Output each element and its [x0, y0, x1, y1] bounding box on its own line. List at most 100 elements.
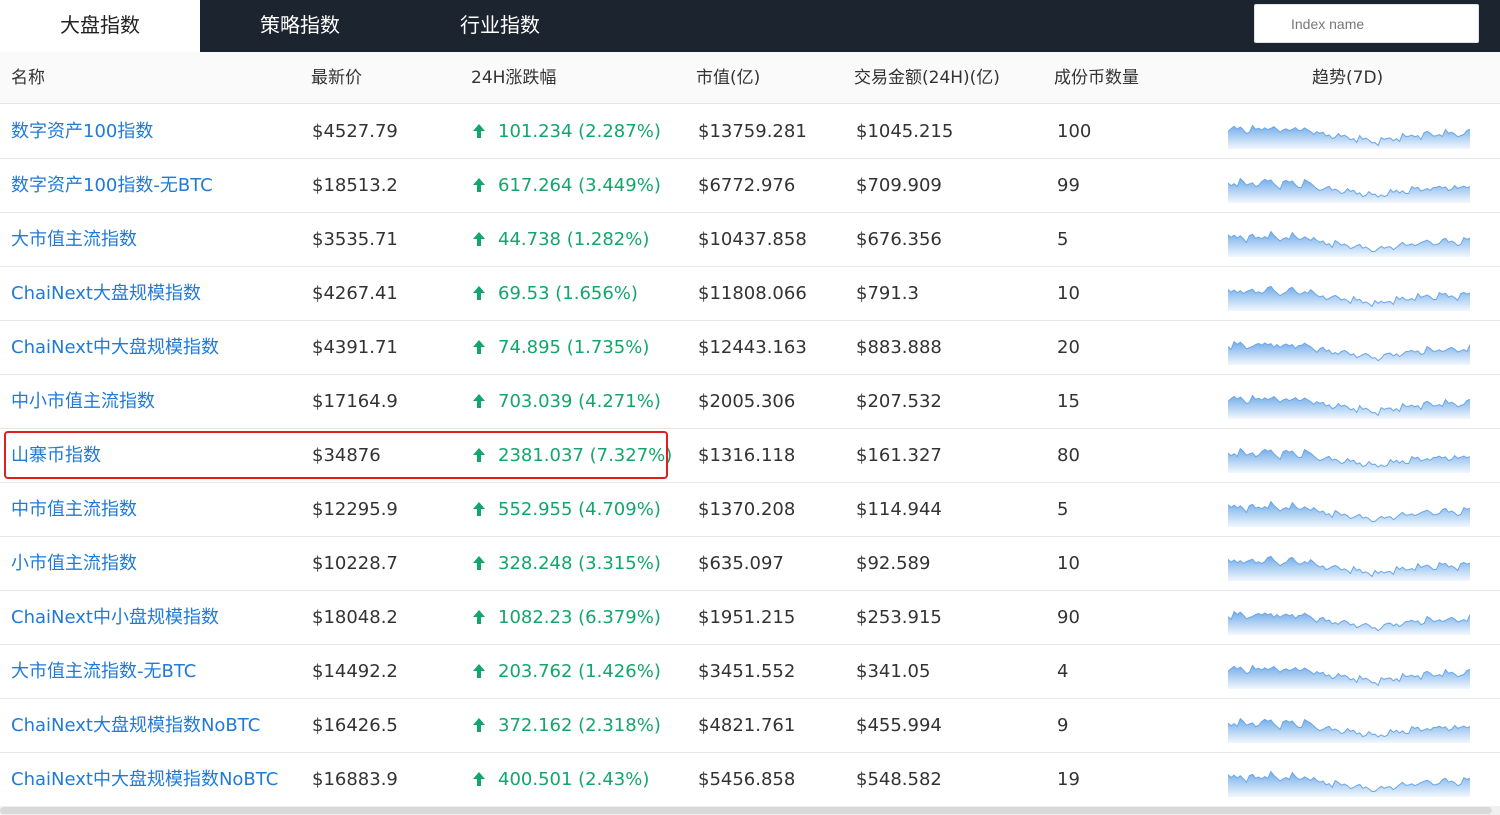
market-cap-value: $10437.858: [698, 229, 807, 250]
table-row[interactable]: ChaiNext中大盘规模指数NoBTC $16883.9 400.501 (2…: [0, 753, 1500, 807]
tab-industry-index[interactable]: 行业指数: [400, 0, 600, 52]
index-name-link[interactable]: 中市值主流指数: [11, 483, 137, 537]
table-row[interactable]: 中小市值主流指数 $17164.9 703.039 (4.271%) $2005…: [0, 375, 1500, 429]
volume-value: $455.994: [856, 715, 942, 736]
column-header-market-cap[interactable]: 市值(亿): [696, 52, 760, 104]
arrow-up-icon: [471, 267, 487, 321]
market-cap-value: $11808.066: [698, 283, 807, 304]
volume-value: $1045.215: [856, 121, 954, 142]
volume-value: $676.356: [856, 229, 942, 250]
arrow-up-icon: [471, 213, 487, 267]
price-value: $4267.41: [312, 283, 398, 304]
constituents-value: 20: [1057, 337, 1080, 358]
trend-sparkline-icon: [1228, 555, 1470, 581]
market-cap-value: $2005.306: [698, 391, 796, 412]
column-header-volume[interactable]: 交易金额(24H)(亿): [854, 52, 1000, 104]
arrow-up-icon: [471, 483, 487, 537]
table-row[interactable]: 小市值主流指数 $10228.7 328.248 (3.315%) $635.0…: [0, 537, 1500, 591]
trend-sparkline-icon: [1228, 770, 1470, 797]
change-value: 44.738 (1.282%): [498, 229, 650, 250]
trend-sparkline-icon: [1228, 610, 1470, 635]
top-nav-bar: 大盘指数 策略指数 行业指数: [0, 0, 1500, 52]
price-value: $17164.9: [312, 391, 398, 412]
table-row[interactable]: 数字资产100指数 $4527.79 101.234 (2.287%) $137…: [0, 105, 1500, 159]
tab-market-index[interactable]: 大盘指数: [0, 0, 200, 52]
index-name-link[interactable]: 山寨币指数: [11, 429, 101, 483]
change-value: 400.501 (2.43%): [498, 769, 650, 790]
table-header: 名称 最新价 24H涨跌幅 市值(亿) 交易金额(24H)(亿) 成份币数量 趋…: [0, 52, 1500, 104]
price-value: $12295.9: [312, 499, 398, 520]
horizontal-scrollbar[interactable]: [0, 806, 1500, 815]
arrow-up-icon: [471, 159, 487, 213]
trend-sparkline-icon: [1228, 447, 1470, 473]
table-row[interactable]: ChaiNext大盘规模指数 $4267.41 69.53 (1.656%) $…: [0, 267, 1500, 321]
trend-sparkline-icon: [1228, 177, 1470, 203]
table-row[interactable]: 大市值主流指数 $3535.71 44.738 (1.282%) $10437.…: [0, 213, 1500, 267]
change-value: 372.162 (2.318%): [498, 715, 661, 736]
trend-sparkline-icon: [1228, 500, 1470, 527]
trend-sparkline-icon: [1228, 664, 1470, 689]
volume-value: $341.05: [856, 661, 931, 682]
constituents-value: 90: [1057, 607, 1080, 628]
arrow-up-icon: [471, 699, 487, 753]
change-value: 1082.23 (6.379%): [498, 607, 661, 628]
index-name-link[interactable]: ChaiNext中大盘规模指数: [11, 321, 219, 375]
change-value: 2381.037 (7.327%): [498, 445, 673, 466]
change-value: 69.53 (1.656%): [498, 283, 638, 304]
column-header-price[interactable]: 最新价: [311, 52, 362, 104]
index-name-link[interactable]: ChaiNext大盘规模指数: [11, 267, 201, 321]
table-row[interactable]: 中市值主流指数 $12295.9 552.955 (4.709%) $1370.…: [0, 483, 1500, 537]
price-value: $3535.71: [312, 229, 398, 250]
trend-sparkline-icon: [1228, 340, 1470, 365]
table-row[interactable]: ChaiNext大盘规模指数NoBTC $16426.5 372.162 (2.…: [0, 699, 1500, 753]
trend-sparkline-icon: [1228, 124, 1470, 149]
index-name-link[interactable]: 数字资产100指数-无BTC: [11, 159, 213, 213]
constituents-value: 4: [1057, 661, 1069, 682]
index-name-link[interactable]: 中小市值主流指数: [11, 375, 155, 429]
constituents-value: 19: [1057, 769, 1080, 790]
constituents-value: 80: [1057, 445, 1080, 466]
column-header-name[interactable]: 名称: [11, 52, 45, 104]
index-search-input[interactable]: [1254, 4, 1479, 43]
change-value: 703.039 (4.271%): [498, 391, 661, 412]
price-value: $18513.2: [312, 175, 398, 196]
constituents-value: 99: [1057, 175, 1080, 196]
arrow-up-icon: [471, 321, 487, 375]
constituents-value: 5: [1057, 229, 1069, 250]
scrollbar-thumb[interactable]: [0, 807, 1492, 814]
index-name-link[interactable]: 大市值主流指数-无BTC: [11, 645, 196, 699]
constituents-value: 9: [1057, 715, 1069, 736]
index-name-link[interactable]: ChaiNext大盘规模指数NoBTC: [11, 699, 260, 753]
index-name-link[interactable]: 大市值主流指数: [11, 213, 137, 267]
volume-value: $253.915: [856, 607, 942, 628]
constituents-value: 10: [1057, 553, 1080, 574]
arrow-up-icon: [471, 591, 487, 645]
market-cap-value: $1951.215: [698, 607, 796, 628]
trend-sparkline-icon: [1228, 285, 1470, 311]
price-value: $18048.2: [312, 607, 398, 628]
volume-value: $114.944: [856, 499, 942, 520]
table-row[interactable]: 山寨币指数 $34876 2381.037 (7.327%) $1316.118…: [0, 429, 1500, 483]
change-value: 328.248 (3.315%): [498, 553, 661, 574]
column-header-change[interactable]: 24H涨跌幅: [471, 52, 556, 104]
table-row[interactable]: ChaiNext中小盘规模指数 $18048.2 1082.23 (6.379%…: [0, 591, 1500, 645]
tab-strategy-index[interactable]: 策略指数: [200, 0, 400, 52]
index-name-link[interactable]: ChaiNext中小盘规模指数: [11, 591, 219, 645]
change-value: 74.895 (1.735%): [498, 337, 650, 358]
market-cap-value: $4821.761: [698, 715, 796, 736]
table-row[interactable]: 数字资产100指数-无BTC $18513.2 617.264 (3.449%)…: [0, 159, 1500, 213]
constituents-value: 10: [1057, 283, 1080, 304]
volume-value: $791.3: [856, 283, 919, 304]
column-header-constituents[interactable]: 成份币数量: [1054, 52, 1139, 104]
table-row[interactable]: ChaiNext中大盘规模指数 $4391.71 74.895 (1.735%)…: [0, 321, 1500, 375]
arrow-up-icon: [471, 537, 487, 591]
volume-value: $92.589: [856, 553, 931, 574]
index-name-link[interactable]: 数字资产100指数: [11, 105, 153, 159]
constituents-value: 15: [1057, 391, 1080, 412]
constituents-value: 100: [1057, 121, 1092, 142]
index-name-link[interactable]: ChaiNext中大盘规模指数NoBTC: [11, 753, 278, 807]
column-header-trend: 趋势(7D): [1312, 68, 1384, 88]
index-name-link[interactable]: 小市值主流指数: [11, 537, 137, 591]
table-row[interactable]: 大市值主流指数-无BTC $14492.2 203.762 (1.426%) $…: [0, 645, 1500, 699]
price-value: $14492.2: [312, 661, 398, 682]
